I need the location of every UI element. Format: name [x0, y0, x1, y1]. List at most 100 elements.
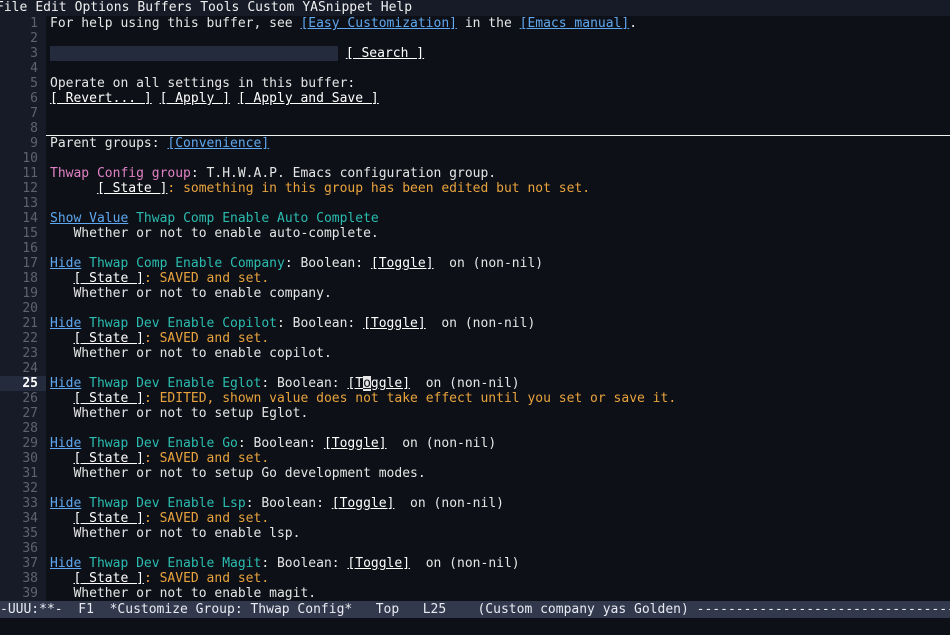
toggle-button[interactable]: [Toggle] [363, 316, 426, 331]
state-text: : SAVED and set. [143, 331, 270, 346]
toggle-button[interactable]: [Toggle] [324, 436, 387, 451]
toggle-button[interactable]: [Toggle] [347, 376, 410, 391]
buffer-line-current: 25 Hide Thwap Dev Enable Eglot: Boolean:… [0, 376, 950, 391]
line-number: 33 [0, 496, 46, 511]
search-button[interactable]: [ Search ] [346, 46, 424, 61]
line-number: 30 [0, 451, 46, 466]
setting-name: Thwap Comp Enable Auto Complete [136, 211, 379, 226]
menu-item-edit[interactable]: Edit [35, 0, 66, 16]
easy-customization-link[interactable]: [Easy Customization] [300, 16, 457, 31]
line-number: 19 [0, 286, 46, 301]
setting-value: on (non-nil) [410, 556, 520, 571]
setting-doc: Whether or not to enable copilot. [73, 346, 332, 361]
menu-item-help[interactable]: Help [381, 0, 412, 16]
buffer-line: 30 [ State ]: SAVED and set. [0, 451, 950, 466]
customize-buffer[interactable]: 1 For help using this buffer, see [Easy … [0, 16, 950, 601]
line-number: 3 [0, 46, 46, 61]
line-number: 35 [0, 526, 46, 541]
mode-line-line-number: L25 [422, 602, 447, 617]
revert-button[interactable]: [ Revert... ] [50, 91, 152, 106]
state-button[interactable]: [ State ] [73, 391, 143, 406]
hide-toggle-link[interactable]: Hide [50, 436, 81, 451]
convenience-group-link[interactable]: [Convenience] [167, 136, 269, 151]
emacs-manual-link[interactable]: [Emacs manual] [520, 16, 630, 31]
group-title-row: Thwap Config group: T.H.W.A.P. Emacs con… [46, 166, 950, 181]
apply-and-save-button[interactable]: [ Apply and Save ] [238, 91, 379, 106]
setting-header-eglot: Hide Thwap Dev Enable Eglot: Boolean: [T… [46, 376, 950, 391]
hide-toggle-link[interactable]: Hide [50, 316, 81, 331]
menu-bar[interactable]: File Edit Options Buffers Tools Custom YASnipp… [0, 0, 950, 16]
state-button[interactable]: [ State ] [73, 451, 143, 466]
buffer-line: 6 [ Revert... ] [ Apply ] [ Apply and Sa… [0, 91, 950, 106]
menu-item-custom[interactable]: Custom [247, 0, 294, 16]
setting-type: : Boolean: [284, 256, 371, 271]
line-number: 37 [0, 556, 46, 571]
buffer-line: 7 [0, 106, 950, 121]
setting-header-magit: Hide Thwap Dev Enable Magit: Boolean: [T… [46, 556, 950, 571]
operate-buttons: [ Revert... ] [ Apply ] [ Apply and Save… [46, 91, 950, 106]
line-number: 7 [0, 106, 46, 121]
hide-toggle-link[interactable]: Hide [50, 496, 81, 511]
group-state-button[interactable]: [ State ] [97, 181, 167, 196]
setting-header-copilot: Hide Thwap Dev Enable Copilot: Boolean: … [46, 316, 950, 331]
mode-line[interactable]: -UUU:**- F1 *Customize Group: Thwap Conf… [0, 601, 950, 618]
menu-item-options[interactable]: Options [75, 0, 130, 16]
setting-header-go: Hide Thwap Dev Enable Go: Boolean: [Togg… [46, 436, 950, 451]
group-state-text: : something in this group has been edite… [167, 181, 591, 196]
line-number: 39 [0, 586, 46, 601]
search-input[interactable] [50, 46, 338, 61]
line-number: 8 [0, 121, 46, 136]
hide-toggle-link[interactable]: Hide [50, 556, 81, 571]
line-number: 10 [0, 151, 46, 166]
hide-toggle-link[interactable]: Hide [50, 376, 81, 391]
hide-toggle-link[interactable]: Hide [50, 256, 81, 271]
buffer-line: 1 For help using this buffer, see [Easy … [0, 16, 950, 31]
state-text: : SAVED and set. [143, 451, 270, 466]
mode-line-buffer-name[interactable]: *Customize Group: Thwap Config* [110, 602, 353, 617]
toggle-button[interactable]: [Toggle] [371, 256, 434, 271]
line-number: 32 [0, 481, 46, 496]
help-suffix: . [629, 16, 638, 31]
setting-state-row: [ State ]: SAVED and set. [46, 571, 950, 586]
toggle-button[interactable]: [Toggle] [347, 556, 410, 571]
setting-name: Thwap Dev Enable Copilot [89, 316, 277, 331]
state-button[interactable]: [ State ] [73, 571, 143, 586]
menu-item-tools[interactable]: Tools [200, 0, 239, 16]
line-number: 16 [0, 241, 46, 256]
menu-item-buffers[interactable]: Buffers [137, 0, 192, 16]
show-value-toggle-link[interactable]: Show Value [50, 211, 128, 226]
buffer-line: 12 [ State ]: something in this group ha… [0, 181, 950, 196]
apply-button[interactable]: [ Apply ] [160, 91, 230, 106]
setting-doc-row: Whether or not to setup Go development m… [46, 466, 950, 481]
setting-doc: Whether or not to enable magit. [73, 586, 317, 601]
buffer-line: 11 Thwap Config group: T.H.W.A.P. Emacs … [0, 166, 950, 181]
buffer-line: 29 Hide Thwap Dev Enable Go: Boolean: [T… [0, 436, 950, 451]
setting-value: on (non-nil) [386, 436, 497, 451]
buffer-line: 24 [0, 361, 950, 376]
state-button[interactable]: [ State ] [73, 331, 143, 346]
state-button[interactable]: [ State ] [73, 271, 143, 286]
toggle-button[interactable]: [Toggle] [332, 496, 395, 511]
line-number: 27 [0, 406, 46, 421]
menu-item-yasnippet[interactable]: YASnippet [302, 0, 372, 16]
menu-item-file[interactable]: File [0, 0, 27, 16]
setting-state-row: [ State ]: SAVED and set. [46, 271, 950, 286]
line-number: 23 [0, 346, 46, 361]
state-button[interactable]: [ State ] [73, 511, 143, 526]
mode-line-minor-modes[interactable]: (Custom company yas Golden) [477, 602, 688, 617]
